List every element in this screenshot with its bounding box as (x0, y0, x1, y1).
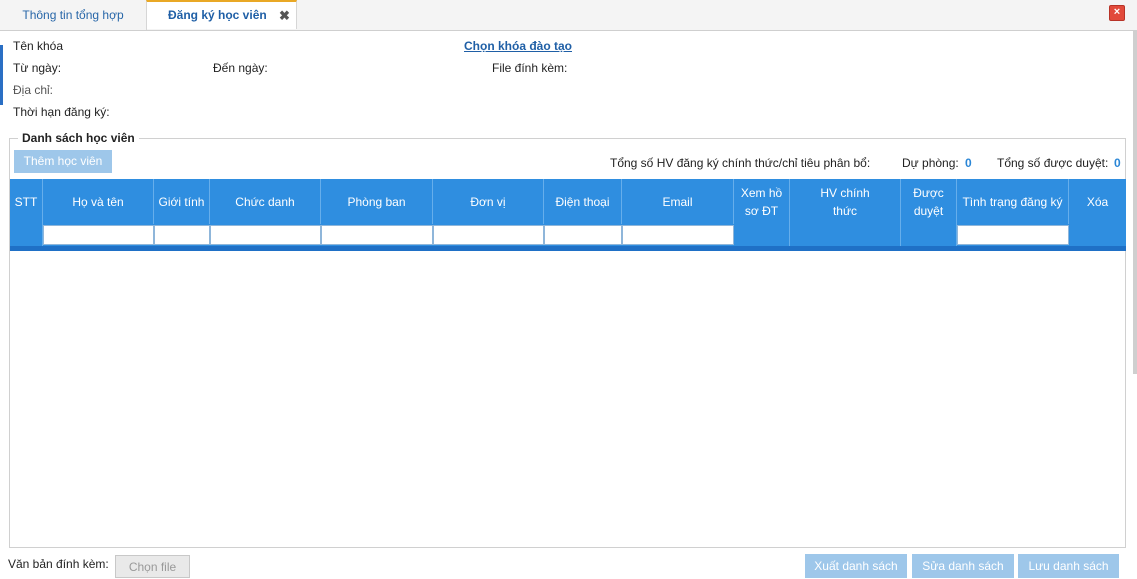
table-header-bottom-border (10, 246, 1126, 251)
export-list-button[interactable]: Xuất danh sách (805, 554, 907, 578)
filter-email-input[interactable] (622, 225, 734, 245)
tab-summary[interactable]: Thông tin tổng hợp (0, 0, 147, 30)
col-email[interactable]: Email (622, 179, 734, 224)
add-student-button[interactable]: Thêm học viên (14, 150, 112, 173)
reserve-label: Dự phòng: (902, 156, 959, 170)
choose-file-button[interactable]: Chọn file (115, 555, 190, 578)
attached-document-label: Văn bản đính kèm: (8, 557, 109, 571)
filter-registration-status-input[interactable] (957, 225, 1069, 245)
col-title[interactable]: Chức danh (210, 179, 321, 224)
course-name-label: Tên khóa (13, 39, 64, 53)
filter-gender-input[interactable] (154, 225, 210, 245)
col-view-profile[interactable]: Xem hồ sơ ĐT (734, 179, 790, 224)
scrollbar[interactable] (1133, 30, 1137, 374)
col-phone[interactable]: Điện thoại (544, 179, 622, 224)
to-date-label: Đến ngày: (213, 61, 268, 75)
filter-unit-input[interactable] (433, 225, 544, 245)
filter-phone-input[interactable] (544, 225, 622, 245)
close-icon[interactable]: ✖ (279, 1, 290, 31)
choose-course-link[interactable]: Chọn khóa đào tạo (464, 39, 572, 53)
filter-title-input[interactable] (210, 225, 321, 245)
table-header: STT Họ và tên Giới tính Chức danh Phòng … (10, 179, 1126, 224)
filter-stt (10, 224, 43, 246)
col-unit[interactable]: Đơn vị (433, 179, 544, 224)
filter-approved (901, 224, 957, 246)
filter-delete (1069, 224, 1126, 246)
from-date-label: Từ ngày: (13, 61, 62, 75)
address-label: Địa chỉ: (13, 83, 54, 97)
reserve-value: 0 (965, 156, 972, 170)
approved-total-value: 0 (1114, 156, 1121, 170)
tab-bar: Thông tin tổng hợp Đăng ký học viên ✖ × (0, 0, 1137, 31)
save-list-button[interactable]: Lưu danh sách (1018, 554, 1119, 578)
tab-register-students-label: Đăng ký học viên (168, 8, 267, 22)
col-gender[interactable]: Giới tính (154, 179, 210, 224)
registration-deadline-label: Thời hạn đăng ký: (13, 105, 110, 119)
col-department[interactable]: Phòng ban (321, 179, 433, 224)
col-approved[interactable]: Được duyệt (901, 179, 957, 224)
col-delete[interactable]: Xóa (1069, 179, 1126, 224)
attachment-label: File đính kèm: (492, 61, 568, 75)
tab-register-students[interactable]: Đăng ký học viên ✖ (146, 0, 297, 29)
edit-list-button[interactable]: Sửa danh sách (912, 554, 1014, 578)
filter-view-profile (734, 224, 790, 246)
col-registration-status[interactable]: Tình trạng đăng ký (957, 179, 1069, 224)
approved-total-label: Tổng số được duyệt: (997, 156, 1109, 170)
left-edge-marker (0, 45, 3, 105)
filter-full-name-input[interactable] (43, 225, 154, 245)
col-stt[interactable]: STT (10, 179, 43, 224)
col-official[interactable]: HV chính thức (790, 179, 901, 224)
filter-row (10, 224, 1126, 246)
window-close-icon[interactable]: × (1109, 5, 1125, 21)
filter-official (790, 224, 901, 246)
filter-department-input[interactable] (321, 225, 433, 245)
students-table: STT Họ và tên Giới tính Chức danh Phòng … (10, 179, 1126, 251)
student-list-legend: Danh sách học viên (18, 131, 139, 145)
official-count-label: Tổng số HV đăng ký chính thức/chỉ tiêu p… (610, 156, 871, 170)
col-full-name[interactable]: Họ và tên (43, 179, 154, 224)
